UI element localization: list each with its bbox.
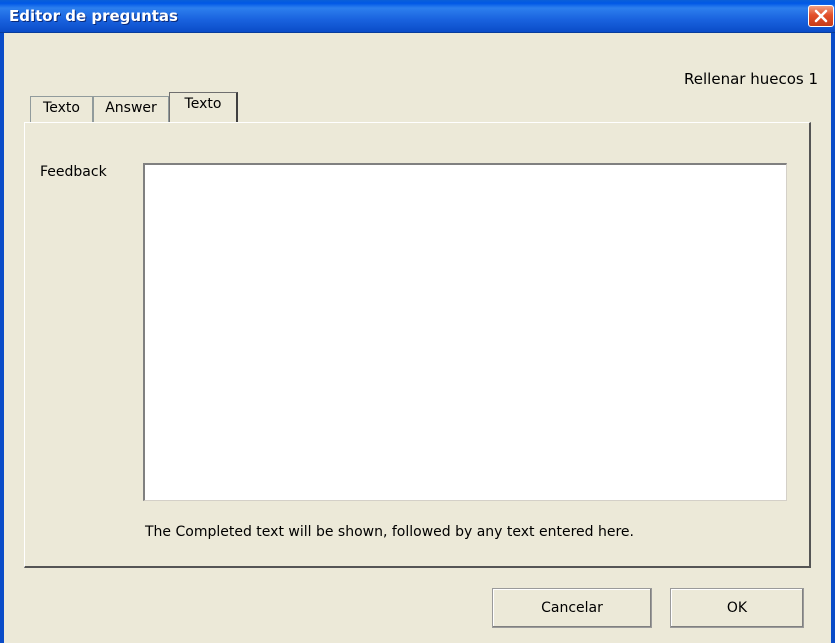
tab-answer[interactable]: Answer: [93, 96, 169, 122]
feedback-textarea[interactable]: [143, 163, 787, 501]
close-icon: [814, 9, 828, 23]
tab-panel: Feedback The Completed text will be show…: [24, 122, 811, 568]
title-bar: Editor de preguntas: [0, 0, 835, 33]
window-title: Editor de preguntas: [9, 7, 178, 25]
feedback-label: Feedback: [40, 164, 107, 180]
window-frame-right: [831, 33, 835, 643]
window-frame-left: [0, 33, 4, 643]
close-button[interactable]: [808, 5, 834, 27]
feedback-hint: The Completed text will be shown, follow…: [145, 524, 634, 540]
tab-texto-feedback[interactable]: Texto: [169, 92, 238, 122]
tab-texto[interactable]: Texto: [30, 96, 93, 122]
ok-button[interactable]: OK: [670, 588, 804, 628]
question-name: Rellenar huecos 1: [684, 70, 818, 88]
cancel-button[interactable]: Cancelar: [492, 588, 652, 628]
